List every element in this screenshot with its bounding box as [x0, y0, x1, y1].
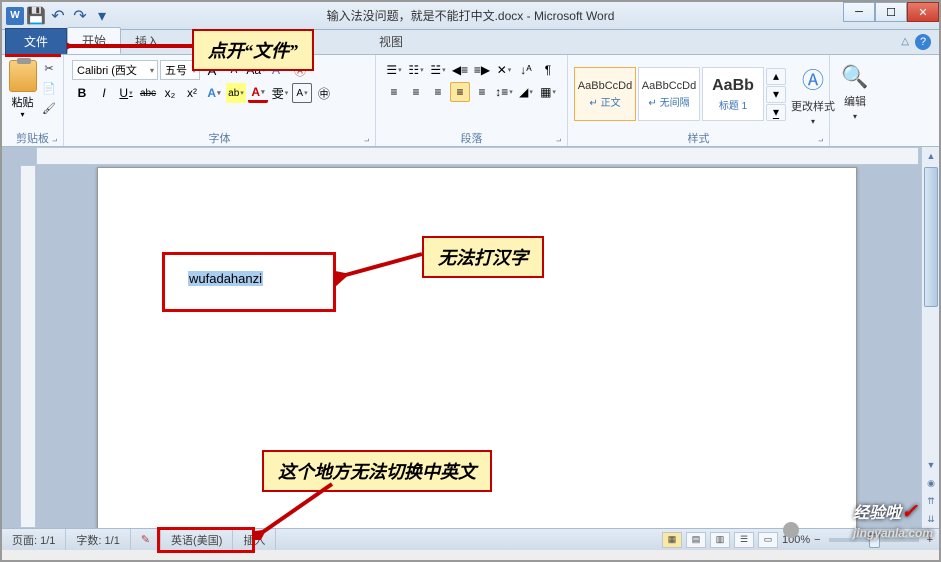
copy-button[interactable]: 📄 [39, 78, 59, 98]
document-text[interactable]: wufadahanzi [188, 271, 263, 286]
status-language[interactable]: 英语(美国) [161, 529, 233, 550]
toutiao-avatar-icon [783, 522, 799, 538]
scroll-up-icon[interactable]: ▲ [922, 147, 939, 165]
view-print-layout[interactable]: ▦ [662, 532, 682, 548]
shading[interactable]: ◢ [516, 82, 536, 102]
format-painter[interactable]: 🖌 [39, 98, 59, 118]
decrease-indent[interactable]: ◀≡ [450, 60, 470, 80]
view-web[interactable]: ▥ [710, 532, 730, 548]
font-name-combo[interactable]: Calibri (西文 [72, 60, 158, 80]
style-heading1[interactable]: AaBb 标题 1 [702, 67, 764, 121]
callout-cannot-type: 无法打汉字 [422, 236, 544, 278]
font-color[interactable]: A [248, 83, 268, 103]
tab-home[interactable]: 开始 [67, 27, 121, 54]
style-gallery[interactable]: ▾̲ [766, 104, 786, 121]
tab-view[interactable]: 视图 [365, 29, 417, 54]
bullets[interactable]: ☰ [384, 60, 404, 80]
watermark: 经验啦✓ jingyanla.com [853, 499, 933, 540]
bold-button[interactable]: B [72, 83, 92, 103]
clipboard-group-label: 剪贴板 [6, 130, 59, 146]
char-shading[interactable]: 雯 [270, 83, 290, 103]
help-icon[interactable]: ? [915, 34, 931, 50]
show-marks[interactable]: ¶ [538, 60, 558, 80]
paste-button[interactable]: 粘贴 [12, 94, 34, 110]
align-center[interactable]: ≡ [406, 82, 426, 102]
sort[interactable]: ↓ᴬ [516, 60, 536, 80]
distribute[interactable]: ≡ [472, 82, 492, 102]
view-fullscreen[interactable]: ▤ [686, 532, 706, 548]
status-page[interactable]: 页面: 1/1 [2, 529, 66, 550]
tab-insert[interactable]: 插入 [121, 29, 173, 54]
callout-switch-lang: 这个地方无法切换中英文 [262, 450, 492, 492]
horizontal-ruler[interactable] [36, 147, 919, 165]
window-maximize[interactable]: ☐ [875, 2, 907, 22]
style-normal[interactable]: AaBbCcDd ↵ 正文 [574, 67, 636, 121]
cut-button[interactable]: ✂ [39, 58, 59, 78]
status-insert-mode[interactable]: 插入 [233, 529, 276, 550]
qat-customize[interactable]: ▾ [92, 6, 112, 26]
scroll-down-icon[interactable]: ▼ [922, 456, 939, 474]
italic-button[interactable]: I [94, 83, 114, 103]
align-left[interactable]: ≡ [384, 82, 404, 102]
view-draft[interactable]: ▭ [758, 532, 778, 548]
zoom-out[interactable]: − [814, 534, 820, 546]
style-scroll-down[interactable]: ▾ [766, 86, 786, 103]
window-close[interactable]: ✕ [907, 2, 939, 22]
style-nospace[interactable]: AaBbCcDd ↵ 无间隔 [638, 67, 700, 121]
highlight-button[interactable]: ab [226, 83, 246, 103]
vertical-scrollbar[interactable]: ▲ ▼ ◉ ⇈ ⇊ [921, 147, 939, 528]
qat-redo[interactable]: ↷ [70, 6, 90, 26]
borders[interactable]: ▦ [538, 82, 558, 102]
subscript-button[interactable]: x₂ [160, 83, 180, 103]
asian-layout[interactable]: ✕ [494, 60, 514, 80]
qat-undo[interactable]: ↶ [48, 6, 68, 26]
word-app-icon: W [6, 7, 24, 25]
justify[interactable]: ≡ [450, 82, 470, 102]
status-proofing[interactable]: ✎ [131, 529, 161, 550]
view-outline[interactable]: ☰ [734, 532, 754, 548]
paste-icon[interactable] [9, 60, 37, 92]
superscript-button[interactable]: x² [182, 83, 202, 103]
callout-file: 点开“文件” [192, 29, 314, 71]
char-border[interactable]: A [292, 83, 312, 103]
paragraph-group-label: 段落 [380, 130, 563, 146]
qat-save[interactable]: 💾 [26, 6, 46, 26]
vertical-ruler[interactable] [20, 165, 36, 528]
browse-object-icon[interactable]: ◉ [922, 474, 939, 492]
editing-menu[interactable]: 🔍 编辑 ▾ [834, 58, 876, 126]
scroll-thumb[interactable] [924, 167, 938, 307]
tab-file[interactable]: 文件 [5, 28, 67, 54]
increase-indent[interactable]: ≡▶ [472, 60, 492, 80]
numbering[interactable]: ☷ [406, 60, 426, 80]
text-effects[interactable]: A [204, 83, 224, 103]
align-right[interactable]: ≡ [428, 82, 448, 102]
multilevel[interactable]: ☱ [428, 60, 448, 80]
line-spacing[interactable]: ↕≡ [494, 82, 514, 102]
window-minimize[interactable]: ─ [843, 2, 875, 22]
font-group-label: 字体 [68, 130, 371, 146]
strike-button[interactable]: abc [138, 83, 158, 103]
status-wordcount[interactable]: 字数: 1/1 [66, 529, 130, 550]
window-title: 输入法没问题，就是不能打中文.docx - Microsoft Word [327, 7, 615, 24]
underline-button[interactable]: U [116, 83, 136, 103]
enclose-char[interactable]: ㊥ [314, 83, 334, 103]
styles-group-label: 样式 [572, 130, 825, 146]
style-scroll-up[interactable]: ▴ [766, 68, 786, 85]
minimize-ribbon-icon[interactable]: △ [901, 36, 909, 47]
